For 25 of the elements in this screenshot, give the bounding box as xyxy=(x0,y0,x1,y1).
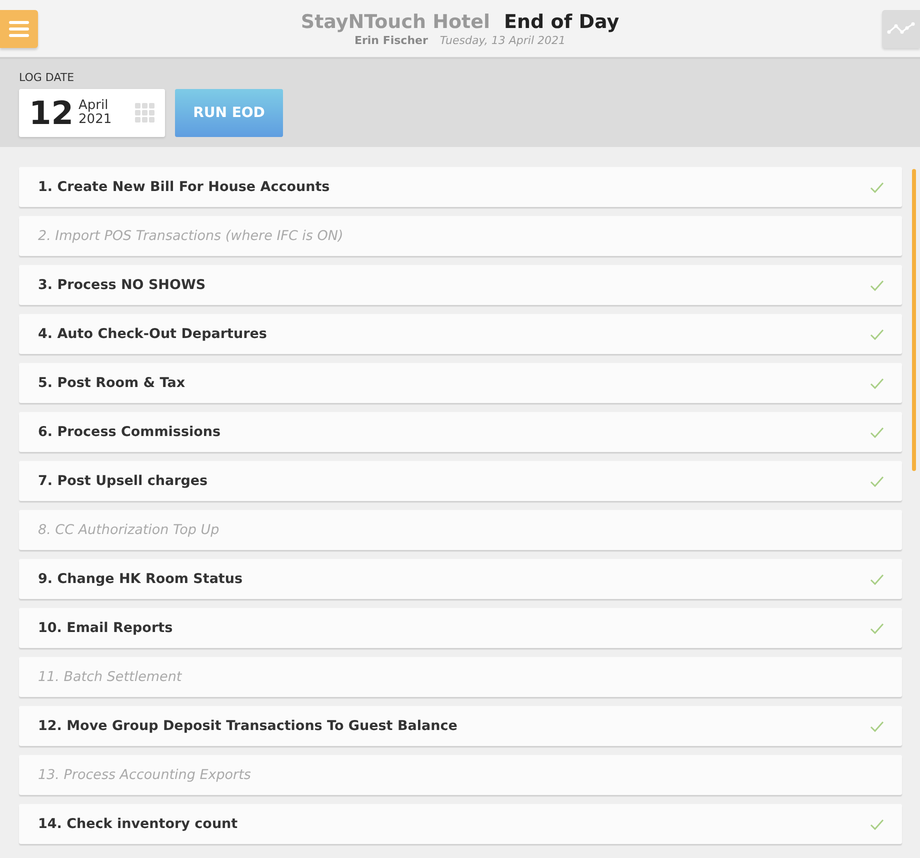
menu-icon xyxy=(9,21,29,37)
graph-button[interactable] xyxy=(882,10,920,48)
grid-icon xyxy=(135,103,155,123)
step-label: 1. Create New Bill For House Accounts xyxy=(38,179,330,195)
business-date: Tuesday, 13 April 2021 xyxy=(440,34,566,46)
line-graph-icon xyxy=(887,22,915,36)
user-name: Erin Fischer xyxy=(354,34,428,46)
step-label: 5. Post Room & Tax xyxy=(38,375,186,391)
step-label: 7. Post Upsell charges xyxy=(38,473,208,489)
step-label: 4. Auto Check-Out Departures xyxy=(38,326,267,342)
step-label: 6. Process Commissions xyxy=(38,424,221,440)
log-date-label: LOG DATE xyxy=(19,71,76,84)
step-label: 11. Batch Settlement xyxy=(38,669,182,685)
step-label: 8. CC Authorization Top Up xyxy=(38,522,220,538)
step-label: 3. Process NO SHOWS xyxy=(38,277,206,293)
scrollbar[interactable] xyxy=(912,169,916,471)
step-label: 10. Email Reports xyxy=(38,620,173,636)
page-title: End of Day xyxy=(504,10,620,32)
hotel-name: StayNTouch Hotel xyxy=(300,10,490,32)
step-label: 12. Move Group Deposit Transactions To Guest Balance xyxy=(38,718,458,734)
step-label: 2. Import POS Transactions (where IFC is ON) xyxy=(38,228,344,244)
step-label: 14. Check inventory count xyxy=(38,816,238,832)
menu-button[interactable] xyxy=(0,10,38,48)
step-label: 9. Change HK Room Status xyxy=(38,571,243,587)
step-label: 13. Process Accounting Exports xyxy=(38,767,251,783)
